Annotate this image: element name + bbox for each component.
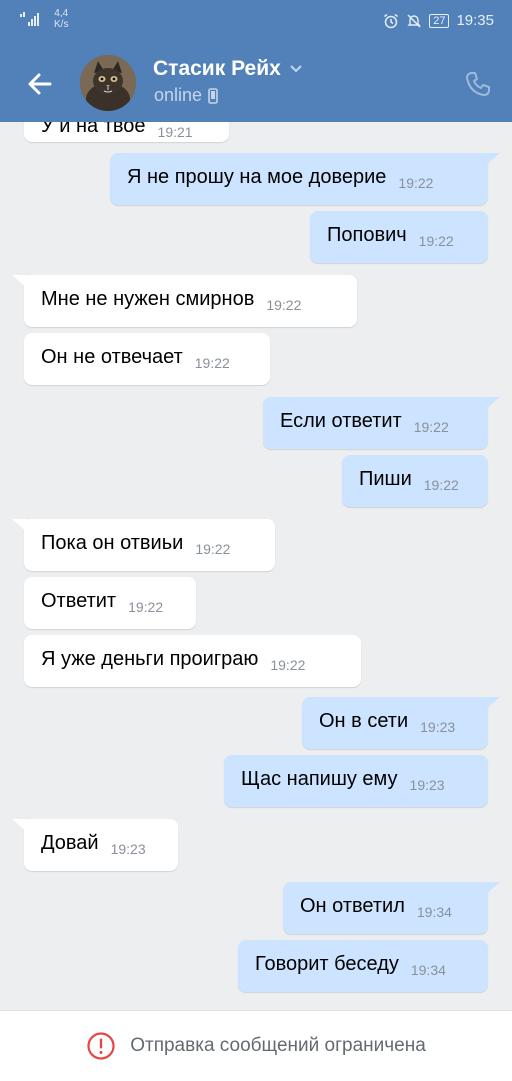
message-text: Я уже деньги проиграю: [41, 648, 259, 670]
message-text: Довай: [41, 832, 99, 854]
message-text: Пока он отвиьи: [41, 532, 184, 554]
message-time: 19:22: [128, 599, 164, 615]
alarm-icon: [384, 13, 399, 28]
status-time: 19:35: [456, 12, 494, 29]
message-outgoing[interactable]: Попович 19:22: [310, 211, 488, 263]
message-incoming[interactable]: Ответит 19:22: [24, 577, 196, 629]
message-text: Щас напишу ему: [241, 768, 398, 790]
bubble-tail: [484, 397, 500, 411]
contact-name: Стасик Рейх: [153, 57, 281, 80]
bubble-tail: [484, 882, 500, 896]
message-incoming[interactable]: У и на твое 19:21: [24, 122, 229, 142]
message-time: 19:22: [413, 419, 449, 435]
message-time: 19:22: [398, 175, 434, 191]
message-text: Ответит: [41, 590, 117, 612]
message-outgoing[interactable]: Пиши 19:22: [342, 455, 488, 507]
mobile-icon: [208, 87, 218, 104]
message-time: 19:21: [157, 124, 193, 140]
battery-icon: 27: [429, 13, 450, 28]
message-text: Пиши: [359, 468, 412, 490]
message-text: У и на твое: [41, 122, 146, 137]
mute-icon: [407, 13, 421, 28]
message-incoming[interactable]: Мне не нужен смирнов 19:22: [24, 275, 357, 327]
warning-icon: [87, 1032, 115, 1060]
message-incoming[interactable]: Он не отвечает 19:22: [24, 333, 270, 385]
network-speed-unit: K/s: [54, 19, 69, 30]
contact-status: online: [154, 85, 218, 106]
network-speed-value: 4,4: [54, 8, 69, 19]
message-time: 19:34: [410, 962, 446, 978]
phone-icon[interactable]: [464, 70, 492, 98]
message-outgoing[interactable]: Если ответит 19:22: [263, 397, 488, 449]
bubble-tail: [484, 153, 500, 167]
message-time: 19:22: [266, 297, 302, 313]
avatar[interactable]: [80, 55, 136, 111]
message-outgoing[interactable]: Я не прошу на мое доверие 19:22: [110, 153, 488, 205]
bubble-tail: [12, 519, 28, 533]
contact-name-row[interactable]: Стасик Рейх: [153, 57, 303, 81]
chevron-down-icon: [290, 65, 302, 73]
message-time: 19:23: [409, 777, 445, 793]
message-text: Если ответит: [280, 410, 402, 432]
message-outgoing[interactable]: Щас напишу ему 19:23: [224, 755, 488, 807]
bubble-tail: [484, 697, 500, 711]
message-text: Говорит беседу: [255, 953, 399, 975]
message-time: 19:23: [420, 719, 456, 735]
message-time: 19:22: [195, 541, 231, 557]
online-status: online: [154, 85, 203, 105]
message-incoming[interactable]: Пока он отвиьи 19:22: [24, 519, 275, 571]
message-incoming[interactable]: Довай 19:23: [24, 819, 178, 871]
message-time: 19:22: [194, 355, 230, 371]
status-bar: 4,4 K/s 27 19:35: [0, 0, 512, 44]
cat-avatar-image: [80, 55, 136, 111]
send-restricted-banner: Отправка сообщений ограничена: [0, 1010, 512, 1081]
message-incoming[interactable]: Я уже деньги проиграю 19:22: [24, 635, 361, 687]
bubble-tail: [12, 819, 28, 833]
message-time: 19:22: [423, 477, 459, 493]
message-list[interactable]: У и на твое 19:21 Я не прошу на мое довер…: [0, 122, 512, 1010]
send-restricted-text: Отправка сообщений ограничена: [130, 1035, 426, 1056]
message-outgoing[interactable]: Он в сети 19:23: [302, 697, 488, 749]
network-speed: 4,4 K/s: [54, 8, 68, 30]
message-text: Мне не нужен смирнов: [41, 288, 255, 310]
bubble-tail: [12, 275, 28, 289]
back-arrow-icon[interactable]: [24, 68, 56, 100]
message-outgoing[interactable]: Говорит беседу 19:34: [238, 940, 488, 992]
message-text: Он не отвечает: [41, 346, 183, 368]
signal-icon: [20, 12, 39, 26]
message-time: 19:34: [416, 904, 452, 920]
message-text: Он ответил: [300, 895, 405, 917]
message-time: 19:22: [418, 233, 454, 249]
message-text: Он в сети: [319, 710, 409, 732]
message-time: 19:23: [110, 841, 146, 857]
message-outgoing[interactable]: Он ответил 19:34: [283, 882, 488, 934]
message-text: Я не прошу на мое доверие: [127, 166, 387, 188]
message-time: 19:22: [270, 657, 306, 673]
message-text: Попович: [327, 224, 407, 246]
chat-header: Стасик Рейх online: [0, 44, 512, 122]
